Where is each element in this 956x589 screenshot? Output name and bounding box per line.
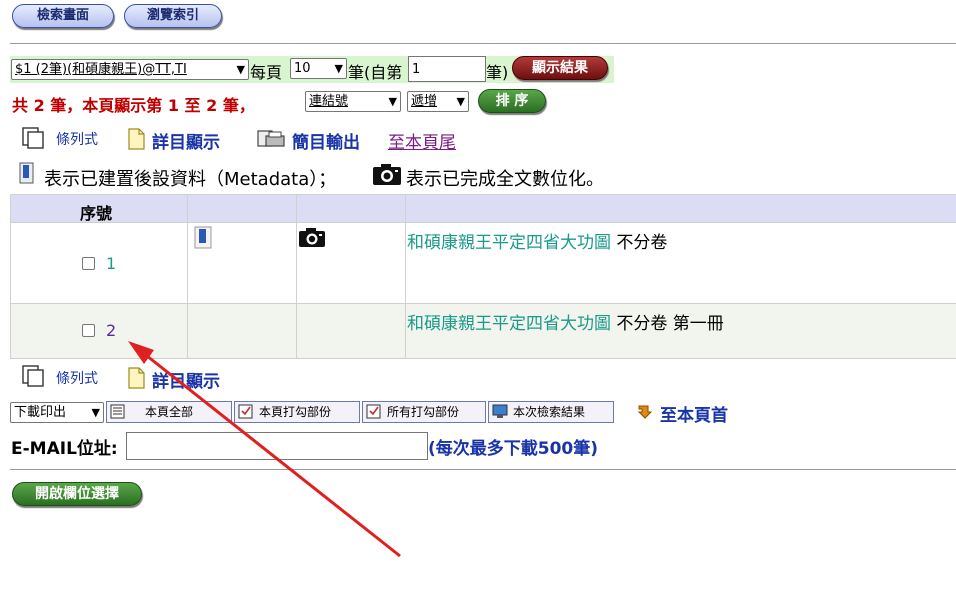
show-results-label: 顯示結果 bbox=[532, 60, 588, 76]
per-page-value: 10 bbox=[294, 61, 311, 76]
email-limit-note: (每次最多下載500筆) bbox=[428, 439, 599, 459]
row-number-link[interactable]: 2 bbox=[106, 321, 116, 340]
row-number-link[interactable]: 1 bbox=[106, 254, 116, 273]
chevron-down-icon: ▼ bbox=[388, 95, 397, 108]
list-view-link[interactable]: 條列式 bbox=[56, 368, 98, 388]
download-this-search-label: 本次檢索結果 bbox=[513, 405, 586, 419]
metadata-icon[interactable] bbox=[192, 226, 214, 250]
checked-documents-icon bbox=[366, 404, 381, 419]
chevron-down-icon: ▼ bbox=[236, 63, 245, 76]
list-view-link[interactable]: 條列式 bbox=[56, 129, 98, 149]
sort-field-select[interactable]: 連結號 ▼ bbox=[305, 91, 401, 112]
brief-output-icon[interactable] bbox=[256, 128, 288, 150]
start-record-input[interactable] bbox=[408, 56, 486, 82]
download-page-all-label: 本頁全部 bbox=[145, 405, 194, 419]
search-screen-label: 檢索畫面 bbox=[36, 8, 89, 23]
records-from-label: 筆(自第 bbox=[348, 63, 403, 82]
sort-field-value: 連結號 bbox=[309, 94, 349, 109]
sort-button-label: 排 序 bbox=[495, 93, 529, 109]
header-seq: 序號 bbox=[80, 204, 113, 223]
table-border bbox=[10, 194, 11, 358]
table-border bbox=[10, 222, 956, 223]
chevron-down-icon: ▼ bbox=[91, 406, 100, 419]
email-label: E-MAIL位址: bbox=[11, 439, 118, 459]
detail-view-icon[interactable] bbox=[126, 367, 146, 389]
download-page-all-button[interactable]: 本頁全部 bbox=[106, 401, 232, 423]
detail-view-icon[interactable] bbox=[126, 128, 146, 150]
detail-view-link[interactable]: 詳目顯示 bbox=[152, 367, 220, 392]
document-icon bbox=[110, 404, 125, 419]
table-border bbox=[296, 194, 297, 358]
table-header bbox=[10, 194, 956, 222]
open-field-selection-label: 開啟欄位選擇 bbox=[35, 486, 119, 502]
record-title-link[interactable]: 和碩康親王平定四省大功圖 bbox=[407, 314, 611, 334]
records-suffix: 筆) bbox=[486, 63, 509, 82]
table-border bbox=[405, 194, 406, 358]
search-screen-button[interactable]: 檢索畫面 bbox=[12, 4, 114, 28]
to-page-top-link[interactable]: 至本頁首 bbox=[660, 401, 728, 426]
chevron-down-icon: ▼ bbox=[334, 62, 343, 75]
chevron-down-icon: ▼ bbox=[456, 95, 465, 108]
record-title-volume: 不分卷 bbox=[616, 233, 668, 253]
table-border bbox=[187, 194, 188, 358]
camera-icon bbox=[372, 163, 402, 187]
metadata-icon bbox=[16, 162, 38, 186]
digitized-legend-text: 表示已完成全文數位化。 bbox=[406, 169, 604, 190]
detail-view-link[interactable]: 詳目顯示 bbox=[152, 128, 220, 153]
download-all-checked-label: 所有打勾部份 bbox=[387, 405, 460, 419]
sort-order-select[interactable]: 遞增 ▼ bbox=[407, 91, 469, 112]
monitor-icon bbox=[492, 404, 508, 418]
sort-order-value: 遞增 bbox=[411, 94, 438, 109]
list-view-icon[interactable] bbox=[22, 365, 46, 387]
download-mode-value: 下載印出 bbox=[14, 405, 67, 420]
browse-index-button[interactable]: 瀏覽索引 bbox=[124, 4, 222, 28]
sort-button[interactable]: 排 序 bbox=[478, 89, 546, 113]
checked-document-icon bbox=[238, 404, 253, 419]
row-checkbox[interactable] bbox=[82, 257, 95, 270]
query-select[interactable]: $1 (2筆)(和碩康親王)@TT,TI ▼ bbox=[11, 59, 249, 80]
open-field-selection-button[interactable]: 開啟欄位選擇 bbox=[12, 482, 142, 506]
metadata-legend-text: 表示已建置後設資料（Metadata）； bbox=[44, 169, 337, 190]
download-mode-select[interactable]: 下載印出 ▼ bbox=[10, 402, 104, 423]
annotation-arrow bbox=[128, 341, 401, 558]
per-page-label: 每頁 bbox=[250, 63, 283, 82]
email-input[interactable] bbox=[126, 432, 428, 460]
download-page-checked-button[interactable]: 本頁打勾部份 bbox=[234, 401, 360, 423]
per-page-select[interactable]: 10 ▼ bbox=[290, 58, 347, 79]
download-page-checked-label: 本頁打勾部份 bbox=[259, 405, 332, 419]
table-border bbox=[10, 358, 956, 359]
record-title-link[interactable]: 和碩康親王平定四省大功圖 bbox=[407, 233, 611, 253]
browse-index-label: 瀏覽索引 bbox=[146, 8, 199, 23]
bottom-divider bbox=[10, 469, 956, 470]
table-border bbox=[10, 303, 956, 304]
to-page-bottom-link[interactable]: 至本頁尾 bbox=[388, 128, 456, 153]
query-select-value: $1 (2筆)(和碩康親王)@TT,TI bbox=[15, 62, 187, 77]
list-view-icon[interactable] bbox=[22, 127, 46, 149]
download-this-search-button[interactable]: 本次檢索結果 bbox=[488, 401, 614, 423]
arrow-up-icon[interactable] bbox=[636, 403, 653, 419]
result-summary: 共 2 筆，本頁顯示第 1 至 2 筆， bbox=[12, 96, 255, 115]
brief-output-link[interactable]: 簡目輸出 bbox=[292, 128, 360, 153]
record-title-volume: 不分卷 第一冊 bbox=[616, 314, 724, 334]
top-divider bbox=[10, 43, 956, 44]
row-checkbox[interactable] bbox=[82, 324, 95, 337]
table-border bbox=[10, 194, 956, 195]
download-all-checked-button[interactable]: 所有打勾部份 bbox=[362, 401, 486, 423]
show-results-button[interactable]: 顯示結果 bbox=[512, 56, 608, 80]
camera-icon[interactable] bbox=[298, 227, 328, 251]
